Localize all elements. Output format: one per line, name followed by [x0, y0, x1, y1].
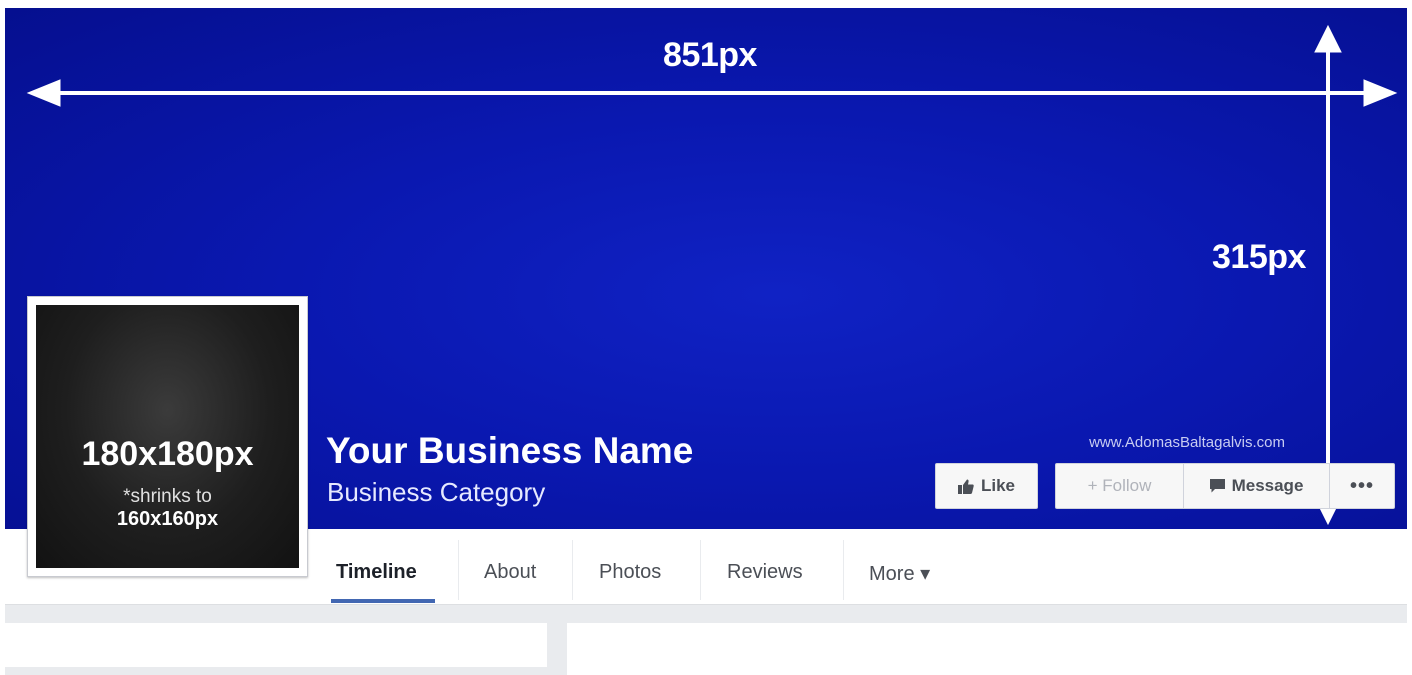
- website-watermark: www.AdomasBaltagalvis.com: [1089, 434, 1285, 451]
- width-arrow-left-head: [26, 79, 61, 107]
- tab-photos[interactable]: Photos: [599, 561, 661, 584]
- tab-divider: [843, 540, 844, 600]
- tab-about[interactable]: About: [484, 561, 536, 584]
- profile-picture-image: 180x180px *shrinks to 160x160px: [36, 305, 299, 568]
- active-tab-indicator: [331, 599, 435, 603]
- tab-divider: [458, 540, 459, 600]
- like-label: Like: [980, 476, 1016, 495]
- tab-reviews[interactable]: Reviews: [727, 561, 803, 584]
- profile-size-label: 180x180px: [81, 435, 254, 473]
- speech-bubble-icon: [1209, 479, 1225, 493]
- more-options-button[interactable]: •••: [1329, 463, 1395, 509]
- height-arrow-top-head: [1314, 24, 1342, 53]
- main-column-card: [567, 623, 1407, 675]
- profile-picture[interactable]: 180x180px *shrinks to 160x160px: [27, 296, 308, 577]
- message-button[interactable]: Message: [1183, 463, 1329, 509]
- tab-divider: [572, 540, 573, 600]
- profile-note: *shrinks to: [123, 486, 212, 507]
- left-column-card: [5, 623, 547, 667]
- business-name[interactable]: Your Business Name: [326, 430, 693, 472]
- profile-note-size: 160x160px: [116, 508, 219, 530]
- width-arrow-right-head: [1363, 79, 1398, 107]
- business-category[interactable]: Business Category: [327, 477, 545, 508]
- like-button[interactable]: Like: [935, 463, 1038, 509]
- tab-more[interactable]: More ▾: [869, 561, 930, 586]
- cover-height-label: 315px: [1212, 238, 1306, 276]
- tab-timeline[interactable]: Timeline: [336, 561, 417, 584]
- message-label: Message: [1231, 476, 1304, 495]
- follow-button[interactable]: + Follow: [1055, 463, 1183, 509]
- tab-divider: [700, 540, 701, 600]
- more-options-label: •••: [1349, 474, 1374, 497]
- thumbs-up-icon: [957, 479, 974, 494]
- follow-label: + Follow: [1087, 476, 1152, 495]
- cover-width-label: 851px: [663, 36, 757, 74]
